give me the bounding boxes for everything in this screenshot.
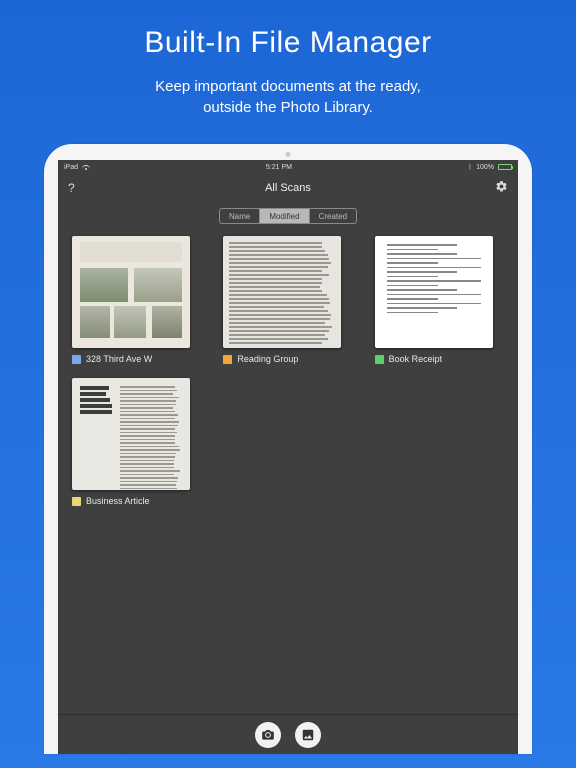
camera-icon: [261, 728, 275, 742]
battery-percent: 100%: [476, 164, 494, 171]
sort-seg-name[interactable]: Name: [220, 209, 259, 223]
color-swatch: [72, 355, 81, 364]
scan-label: Business Article: [86, 496, 150, 506]
app-screen: iPad 5:21 PM ᛒ 100% ? All Scans NameModi: [58, 160, 518, 754]
scan-label: Book Receipt: [389, 354, 443, 364]
sort-seg-created[interactable]: Created: [309, 209, 356, 223]
sort-segmented-control: NameModifiedCreated: [219, 208, 357, 224]
scan-thumbnail[interactable]: [223, 236, 341, 348]
battery-icon: [498, 164, 512, 170]
nav-bar: ? All Scans: [58, 174, 518, 202]
ipad-camera-dot: [286, 152, 291, 157]
scan-thumbnail[interactable]: [375, 236, 493, 348]
scans-grid: 328 Third Ave W Reading Group Book Receipt…: [58, 234, 518, 714]
bluetooth-icon: ᛒ: [468, 164, 472, 171]
subhead-line2: outside the Photo Library.: [203, 99, 373, 116]
scan-label-row: Book Receipt: [375, 354, 493, 364]
sort-seg-modified[interactable]: Modified: [259, 209, 308, 223]
subhead-line1: Keep important documents at the ready,: [155, 78, 421, 95]
scan-item[interactable]: 328 Third Ave W: [72, 236, 190, 364]
wifi-icon: [82, 164, 90, 170]
bottom-toolbar: [58, 714, 518, 754]
device-label: iPad: [64, 164, 78, 171]
ipad-frame: iPad 5:21 PM ᛒ 100% ? All Scans NameModi: [44, 144, 532, 754]
sort-control-wrap: NameModifiedCreated: [58, 202, 518, 234]
scan-item[interactable]: Reading Group: [223, 236, 341, 364]
page-title: All Scans: [58, 182, 518, 194]
scan-label-row: Business Article: [72, 496, 190, 506]
marketing-subhead: Keep important documents at the ready, o…: [155, 76, 421, 118]
settings-button[interactable]: [495, 180, 508, 196]
color-swatch: [72, 497, 81, 506]
help-button[interactable]: ?: [68, 181, 75, 195]
scan-item[interactable]: Business Article: [72, 378, 190, 506]
gallery-button[interactable]: [295, 722, 321, 748]
gear-icon: [495, 180, 508, 193]
marketing-headline: Built-In File Manager: [144, 26, 431, 60]
image-icon: [301, 728, 315, 742]
scan-label: Reading Group: [237, 354, 298, 364]
scan-label: 328 Third Ave W: [86, 354, 152, 364]
color-swatch: [375, 355, 384, 364]
scan-thumbnail[interactable]: [72, 236, 190, 348]
status-time: 5:21 PM: [266, 164, 292, 171]
scan-thumbnail[interactable]: [72, 378, 190, 490]
scan-label-row: Reading Group: [223, 354, 341, 364]
color-swatch: [223, 355, 232, 364]
status-bar: iPad 5:21 PM ᛒ 100%: [58, 160, 518, 174]
scan-item[interactable]: Book Receipt: [375, 236, 493, 364]
scan-label-row: 328 Third Ave W: [72, 354, 190, 364]
camera-button[interactable]: [255, 722, 281, 748]
